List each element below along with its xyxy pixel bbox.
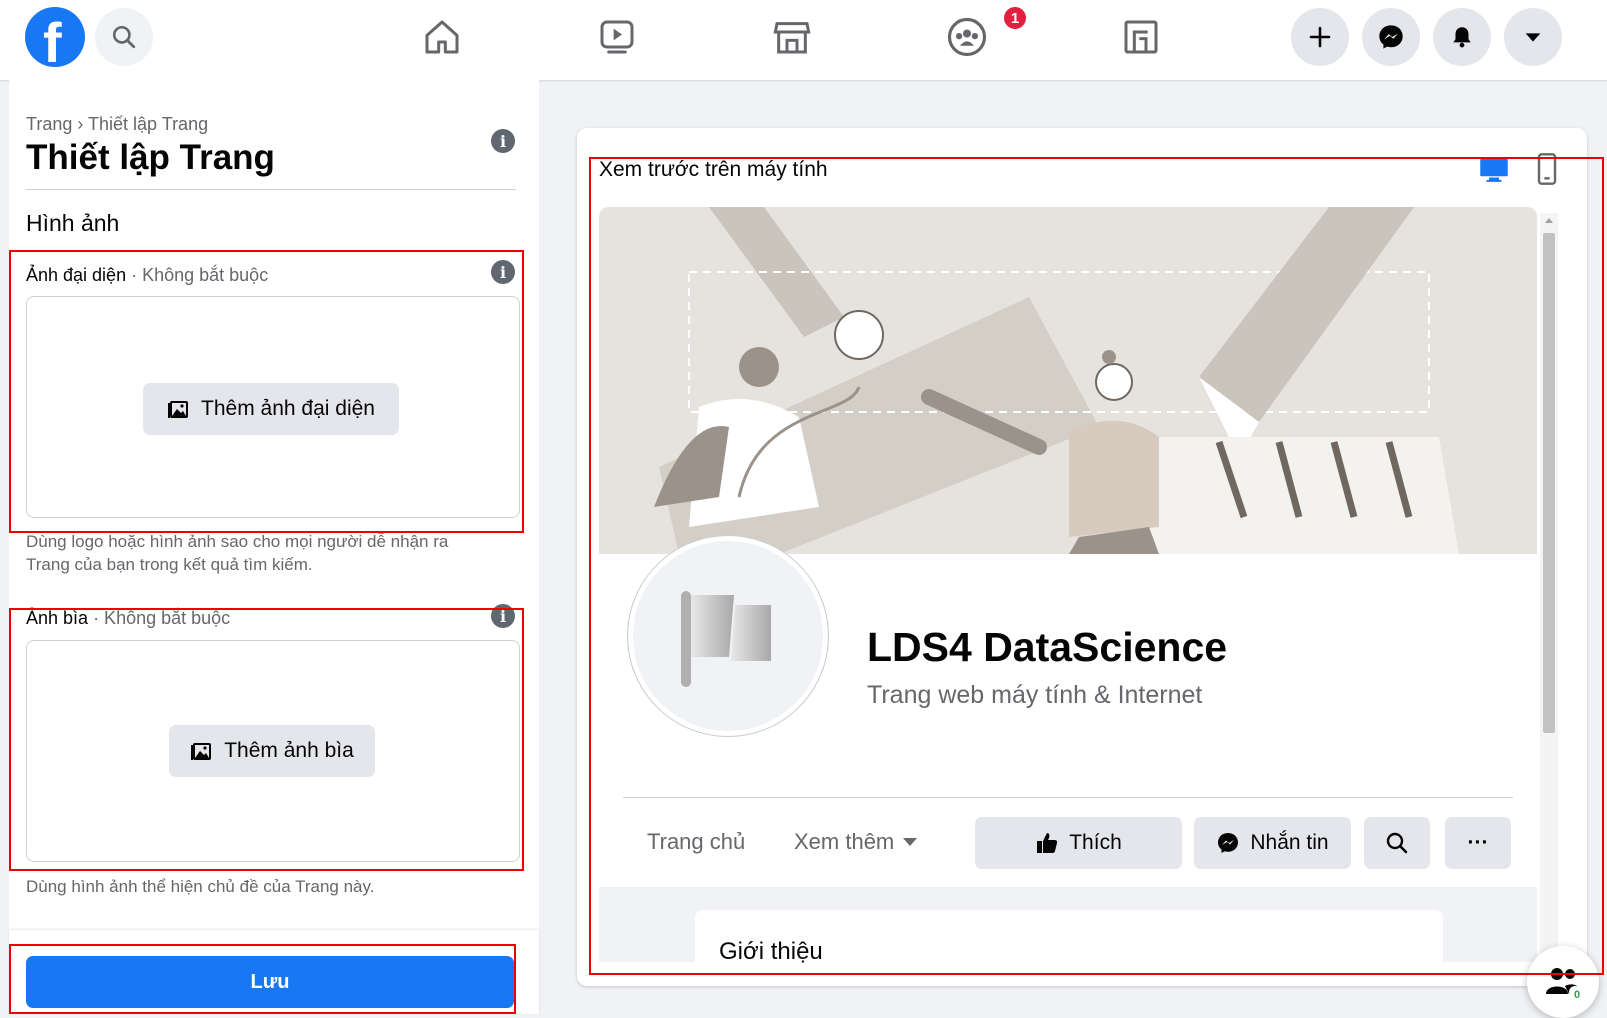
info-icon[interactable]: i (491, 129, 515, 153)
add-cover-photo-button[interactable]: Thêm ảnh bìa (169, 725, 375, 777)
caret-down-icon (903, 838, 918, 846)
home-icon (425, 20, 459, 54)
search-icon (112, 25, 136, 49)
marketplace-icon (773, 22, 811, 54)
divider (623, 797, 1513, 798)
watch-icon (600, 20, 634, 54)
home-tab[interactable] (419, 14, 465, 60)
preview-tab-more[interactable]: Xem thêm (794, 829, 918, 855)
search-icon (1386, 832, 1408, 854)
profile-info-icon[interactable]: i (491, 260, 515, 284)
breadcrumb: Trang › Thiết lập Trang (26, 114, 209, 134)
preview-scrollbar-thumb[interactable] (1543, 233, 1555, 733)
friends-online-button[interactable]: 0 (1527, 946, 1599, 1018)
groups-notification-badge: 1 (1002, 5, 1028, 31)
desktop-icon (1480, 158, 1508, 182)
preview-tab-home[interactable]: Trang chủ (647, 829, 745, 855)
messenger-button[interactable] (1362, 8, 1420, 66)
preview-title: Xem trước trên máy tính (599, 158, 828, 181)
gaming-icon (1124, 20, 1158, 54)
flag-icon (681, 591, 771, 687)
like-button[interactable]: Thích (975, 817, 1182, 869)
cover-info-icon[interactable]: i (491, 604, 515, 628)
marketplace-tab[interactable] (769, 14, 815, 60)
preview-search-button[interactable] (1364, 817, 1430, 869)
scroll-up-arrow-icon[interactable] (1543, 216, 1555, 224)
groups-icon (947, 17, 987, 57)
thumbs-up-icon (1037, 833, 1058, 853)
mobile-icon (1537, 153, 1557, 185)
bell-icon (1453, 27, 1471, 48)
save-button[interactable]: Lưu (26, 956, 514, 1008)
add-profile-picture-label: Thêm ảnh đại diện (201, 397, 375, 420)
create-button[interactable] (1291, 8, 1349, 66)
watch-tab[interactable] (594, 14, 640, 60)
desktop-preview-toggle[interactable] (1478, 155, 1510, 190)
intro-title: Giới thiệu (719, 938, 823, 965)
more-options-button[interactable]: ··· (1445, 817, 1511, 869)
mobile-preview-toggle[interactable] (1535, 153, 1559, 190)
message-button[interactable]: Nhắn tin (1194, 817, 1351, 869)
facebook-logo[interactable]: f (25, 7, 85, 67)
notifications-button[interactable] (1433, 8, 1491, 66)
cover-photo-help: Dùng hình ảnh thể hiện chủ đề của Trang … (26, 877, 375, 896)
account-menu-button[interactable] (1504, 8, 1562, 66)
section-title-images: Hình ảnh (26, 210, 120, 236)
preview-page-name: LDS4 DataScience (867, 624, 1228, 670)
photo-icon (168, 401, 189, 418)
profile-picture-label: Ảnh đại diện · Không bắt buộc (26, 265, 269, 285)
search-button[interactable] (95, 8, 153, 66)
caret-down-icon (1525, 33, 1541, 42)
photo-icon (191, 743, 212, 760)
add-cover-photo-label: Thêm ảnh bìa (224, 739, 354, 762)
cover-placeholder-illustration (599, 207, 1537, 554)
plus-icon (1309, 26, 1331, 48)
gaming-tab[interactable] (1118, 14, 1164, 60)
messenger-icon (1379, 25, 1403, 49)
divider (26, 189, 516, 190)
friends-online-count: 0 (1574, 989, 1581, 1001)
cover-photo-label: Ảnh bìa · Không bắt buộc (26, 608, 231, 628)
profile-picture-help: Dùng logo hoặc hình ảnh sao cho mọi ngườ… (26, 532, 449, 574)
add-profile-picture-button[interactable]: Thêm ảnh đại diện (143, 383, 399, 435)
messenger-icon (1218, 833, 1239, 853)
page-title: Thiết lập Trang (26, 138, 275, 177)
groups-tab[interactable] (944, 14, 990, 60)
profile-picture-placeholder (628, 536, 828, 736)
preview-page-category: Trang web máy tính & Internet (867, 681, 1203, 709)
